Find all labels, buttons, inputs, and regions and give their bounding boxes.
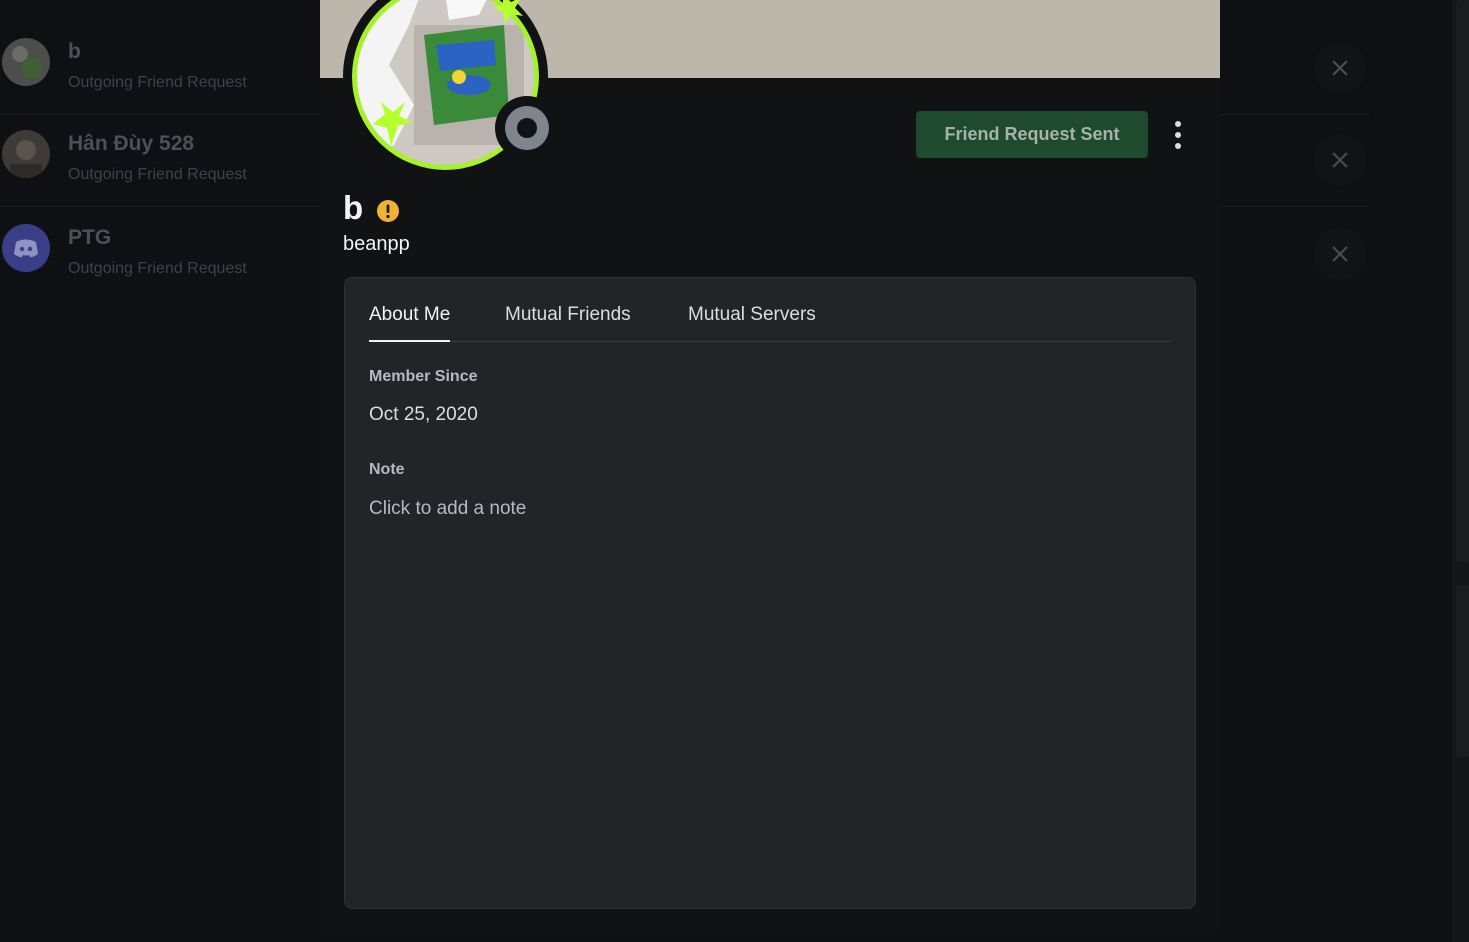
more-vertical-icon bbox=[1175, 132, 1181, 138]
close-icon bbox=[1332, 152, 1348, 168]
scrollbar-track bbox=[1456, 585, 1469, 757]
tab-about-me[interactable]: About Me bbox=[369, 304, 451, 342]
member-since-label: Member Since bbox=[369, 368, 478, 385]
close-icon bbox=[1332, 246, 1348, 262]
scrollbar[interactable] bbox=[1452, 0, 1469, 942]
member-since-value: Oct 25, 2020 bbox=[369, 404, 478, 425]
more-vertical-icon bbox=[1175, 143, 1181, 149]
more-options-button[interactable] bbox=[1162, 113, 1194, 157]
user-profile-modal: Friend Request Sent b beanpp About Me Mu… bbox=[320, 0, 1220, 933]
request-status: Outgoing Friend Request bbox=[68, 260, 247, 277]
close-icon bbox=[1332, 60, 1348, 76]
display-name: b bbox=[343, 189, 364, 226]
request-status: Outgoing Friend Request bbox=[68, 166, 247, 183]
more-vertical-icon bbox=[1175, 121, 1181, 127]
note-label: Note bbox=[369, 461, 405, 478]
tab-mutual-servers[interactable]: Mutual Servers bbox=[688, 304, 816, 340]
profile-avatar[interactable] bbox=[343, 0, 559, 179]
profile-details-panel: About Me Mutual Friends Mutual Servers M… bbox=[344, 277, 1196, 909]
profile-tabs: About Me Mutual Friends Mutual Servers bbox=[369, 298, 1171, 342]
note-input[interactable] bbox=[369, 494, 769, 524]
scrollbar-track bbox=[1456, 0, 1469, 562]
avatar bbox=[2, 130, 50, 178]
cancel-request-button[interactable] bbox=[1314, 228, 1366, 280]
cancel-request-button[interactable] bbox=[1314, 134, 1366, 186]
request-name: b bbox=[68, 40, 81, 63]
request-status: Outgoing Friend Request bbox=[68, 74, 247, 91]
avatar bbox=[2, 224, 50, 272]
warning-icon[interactable] bbox=[376, 199, 400, 223]
tab-mutual-friends[interactable]: Mutual Friends bbox=[505, 304, 631, 340]
request-name: Hân Đùy 528 bbox=[68, 132, 195, 155]
username: beanpp bbox=[343, 233, 410, 255]
status-indicator bbox=[495, 96, 559, 160]
friend-request-sent-button[interactable]: Friend Request Sent bbox=[916, 111, 1148, 158]
cancel-request-button[interactable] bbox=[1314, 42, 1366, 94]
request-name: PTG bbox=[68, 226, 112, 249]
discord-logo-icon bbox=[2, 224, 50, 272]
avatar bbox=[2, 38, 50, 86]
offline-status-icon bbox=[505, 106, 549, 150]
